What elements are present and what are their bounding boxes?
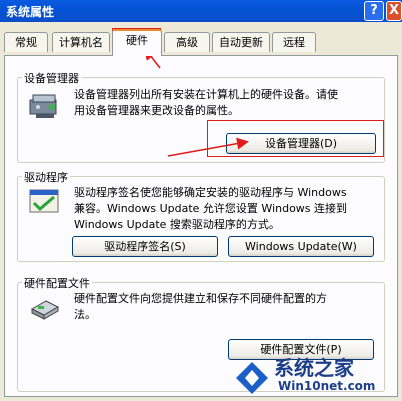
watermark-url: Win10net.com: [278, 379, 376, 393]
watermark-site-name: 系统之家: [274, 356, 354, 380]
site-watermark: 系统之家 Win10net.com: [218, 352, 402, 401]
annotation-arrow-to-button: [167, 137, 249, 157]
annotation-arrows: [144, 47, 249, 157]
tab-hardware[interactable]: 硬件: [112, 29, 162, 56]
site-logo-icon: [236, 362, 268, 394]
